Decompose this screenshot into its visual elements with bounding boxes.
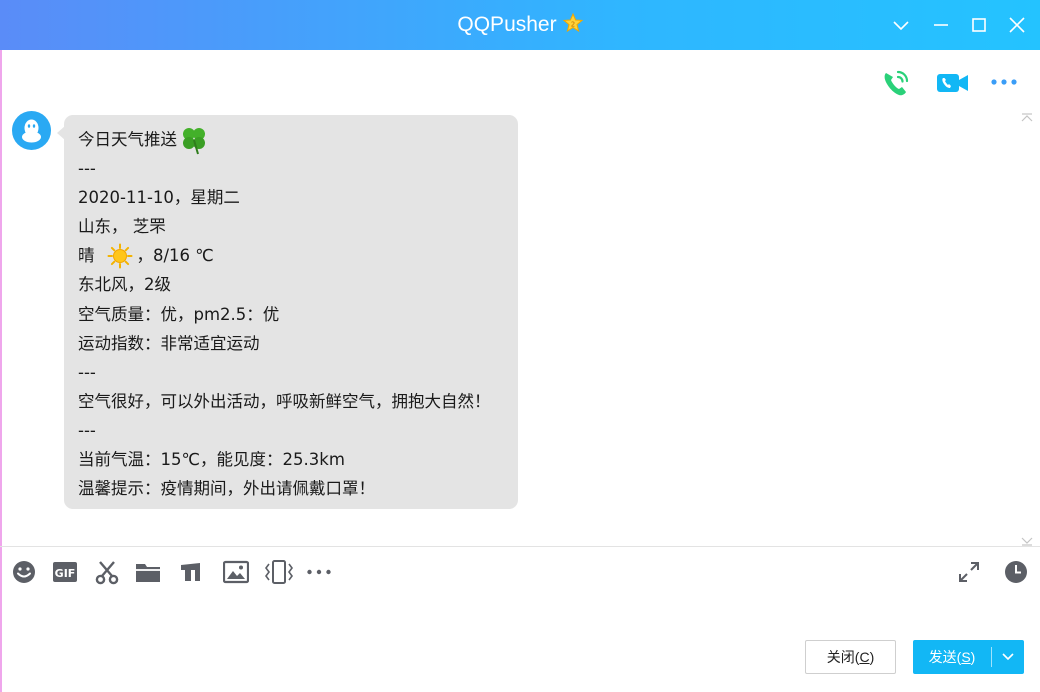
scissors-icon	[95, 561, 119, 585]
gif-button[interactable]: GIF	[52, 559, 78, 585]
message-bubble[interactable]: 今日天气推送 --- 2020-11-10，星期二 山东， 芝罘 晴 ，8/16…	[64, 115, 518, 509]
message-line: 山东， 芝罘	[78, 217, 166, 237]
send-button-label: 发送(S)	[928, 649, 976, 665]
message-line: 空气质量：优，pm2.5：优	[78, 304, 280, 324]
chevron-down-icon	[893, 21, 909, 31]
window-edge	[0, 50, 2, 692]
svg-text:GIF: GIF	[55, 567, 76, 580]
message-line: 晴 ，8/16 ℃	[78, 241, 518, 270]
send-button[interactable]: 发送(S)	[913, 640, 1024, 674]
scroll-bottom-icon	[1021, 537, 1033, 546]
maximize-icon	[972, 18, 986, 32]
emoji-button[interactable]	[11, 559, 37, 585]
voice-call-button[interactable]	[879, 66, 913, 100]
folder-icon	[136, 564, 160, 582]
maximize-button[interactable]	[967, 13, 991, 37]
message-line: 2020-11-10，星期二	[78, 188, 240, 208]
vibrate-button[interactable]	[263, 559, 295, 585]
scroll-down-arrow[interactable]	[1020, 531, 1034, 546]
video-call-button[interactable]	[935, 66, 969, 100]
more-options-button[interactable]	[988, 66, 1022, 100]
more-dots-icon	[307, 569, 331, 575]
image-button[interactable]	[222, 559, 250, 585]
scroll-top-icon	[1021, 113, 1033, 122]
scroll-up-arrow[interactable]	[1020, 108, 1034, 122]
image-icon	[222, 560, 250, 584]
close-button[interactable]: 关闭(C)	[805, 640, 896, 674]
close-icon	[1009, 17, 1025, 33]
video-camera-icon	[937, 74, 968, 92]
window-title: QQPusher	[457, 13, 557, 36]
smiley-icon	[13, 561, 35, 583]
gif-icon: GIF	[53, 562, 77, 582]
minimize-icon	[934, 24, 948, 26]
more-dots-icon	[991, 79, 1017, 85]
vip-star-icon: 2	[562, 12, 583, 37]
message-line: 运动指数：非常适宜运动	[78, 333, 260, 353]
input-divider	[0, 546, 1040, 547]
message-line: ---	[78, 420, 96, 440]
chevron-down-icon	[1002, 653, 1014, 661]
expand-icon	[959, 562, 979, 582]
message-line: ---	[78, 159, 96, 179]
phone-call-icon	[884, 70, 909, 96]
message-line: 空气很好，可以外出活动，呼吸新鲜空气，拥抱大自然！	[78, 391, 491, 411]
file-button[interactable]	[135, 559, 161, 585]
message-line: 东北风，2级	[78, 275, 171, 295]
message-line: 温馨提示：疫情期间，外出请佩戴口罩！	[78, 479, 375, 499]
penguin-icon	[22, 119, 41, 143]
screenshot-button[interactable]	[94, 559, 120, 585]
clover-icon	[179, 125, 209, 155]
clock-icon	[1005, 561, 1027, 583]
svg-text:2: 2	[570, 21, 574, 29]
more-tools-button[interactable]	[306, 559, 332, 585]
message-line: 当前气温：15℃，能见度：25.3km	[78, 450, 345, 470]
message-line: ---	[78, 362, 96, 382]
send-options-dropdown[interactable]	[992, 652, 1024, 662]
shake-window-button[interactable]	[178, 559, 204, 585]
shake-icon	[181, 563, 200, 581]
message-line: 今日天气推送	[78, 125, 518, 154]
close-window-button[interactable]	[1005, 13, 1029, 37]
close-button-label: 关闭(C)	[826, 649, 875, 665]
collapse-button[interactable]	[889, 13, 913, 37]
minimize-button[interactable]	[929, 13, 953, 37]
title-bar: QQPusher 2	[0, 0, 1040, 50]
expand-input-button[interactable]	[956, 559, 982, 585]
sun-icon	[107, 243, 133, 269]
history-button[interactable]	[1003, 559, 1029, 585]
avatar[interactable]	[12, 111, 51, 150]
vibrate-icon	[265, 560, 293, 584]
